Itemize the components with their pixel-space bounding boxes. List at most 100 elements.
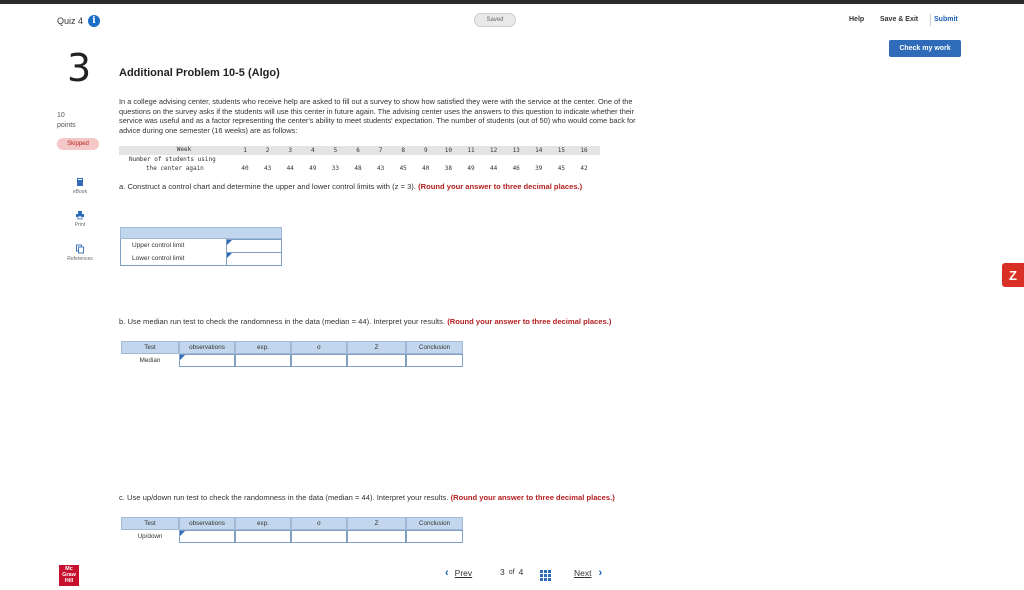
student-count: 43 xyxy=(263,165,272,172)
student-count: 42 xyxy=(580,165,588,172)
student-count: 44 xyxy=(286,165,294,172)
save-exit-link[interactable]: Save & Exit xyxy=(880,16,918,23)
ebook-tool[interactable]: eBook xyxy=(56,177,104,195)
part_b-header-test: Test xyxy=(121,341,179,354)
chevron-right-icon: › xyxy=(598,567,603,579)
student-count: 45 xyxy=(557,165,565,172)
student-count: 43 xyxy=(376,165,385,172)
browser-extension-icon[interactable]: Z xyxy=(1002,263,1024,287)
week-number: 6 xyxy=(356,147,360,154)
student-count: 44 xyxy=(489,165,498,172)
prev-label: Prev xyxy=(454,568,473,578)
page-current: 3 xyxy=(500,567,505,577)
part_c-row-label: Up/down xyxy=(121,530,179,543)
student-count: 39 xyxy=(535,165,543,172)
part_b-observations-input[interactable] xyxy=(179,354,235,367)
part-b-instruction: (Round your answer to three decimal plac… xyxy=(447,317,612,326)
part_b-header-z: Z xyxy=(347,341,406,354)
upper-limit-input[interactable] xyxy=(226,239,282,253)
mcgraw-hill-logo: Mc Graw Hill xyxy=(59,565,79,586)
part_b-header-sigma: σ xyxy=(291,341,347,354)
print-icon xyxy=(76,211,84,220)
part_c-z-input[interactable] xyxy=(347,530,406,543)
lower-limit-label: Lower control limit xyxy=(132,255,185,262)
part_b-sigma-input[interactable] xyxy=(291,354,347,367)
problem-description: In a college advising center, students w… xyxy=(119,97,636,135)
part_b-row-label: Median xyxy=(121,354,179,367)
part-a-answer-table: Upper control limit Lower control limit xyxy=(120,227,282,266)
part_c-sigma-input[interactable] xyxy=(291,530,347,543)
student-count: 40 xyxy=(422,165,430,172)
next-label: Next xyxy=(574,568,592,578)
part_c-header-sigma: σ xyxy=(291,517,347,530)
part_c-header-z: Z xyxy=(347,517,406,530)
part-a-question: a. Construct a control chart and determi… xyxy=(119,182,649,192)
student-count: 38 xyxy=(444,165,452,172)
student-count: 49 xyxy=(309,165,317,172)
points-info: 10 points xyxy=(57,111,97,131)
references-tool[interactable]: References xyxy=(56,244,104,262)
ebook-label: eBook xyxy=(72,189,88,195)
week-number: 1 xyxy=(243,147,247,154)
page-total: 4 xyxy=(518,567,524,577)
part_c-header-expected: exp. xyxy=(235,517,291,530)
part-c-question: c. Use up/down run test to check the ran… xyxy=(119,493,649,503)
week-number: 15 xyxy=(557,147,565,154)
page-indicator: 3 of 4 xyxy=(500,567,523,577)
prev-button[interactable]: ‹ Prev xyxy=(445,567,472,579)
part_c-expected-input[interactable] xyxy=(235,530,291,543)
week-number: 13 xyxy=(512,147,520,154)
lower-limit-input[interactable] xyxy=(226,252,282,266)
ebook-icon xyxy=(77,178,83,186)
part_c-conclusion-input[interactable] xyxy=(406,530,463,543)
part-c-answer-table: Test Up/down observations exp. σ Z Conclusion xyxy=(121,517,463,544)
part_c-observations-input[interactable] xyxy=(179,530,235,543)
help-link[interactable]: Help xyxy=(849,16,864,23)
part_b-conclusion-input[interactable] xyxy=(406,354,463,367)
student-count: 45 xyxy=(399,165,407,172)
week-number: 10 xyxy=(444,147,452,154)
print-label: Print xyxy=(74,222,86,228)
weekly-data-table: Week 1 2 3 4 5 6 7 8 9 10 11 12 13 14 15 16 Number of s… xyxy=(119,146,600,175)
part_b-expected-input[interactable] xyxy=(235,354,291,367)
header-divider xyxy=(930,14,931,26)
part-b-question: b. Use median run test to check the rand… xyxy=(119,317,649,327)
print-tool[interactable]: Print xyxy=(56,210,104,228)
points-value: 10 xyxy=(57,112,65,119)
references-icon xyxy=(76,244,84,254)
grid-view-icon[interactable] xyxy=(540,568,551,586)
part_c-header-observations: observations xyxy=(179,517,235,530)
check-my-work-button[interactable]: Check my work xyxy=(889,40,961,57)
part_b-header-conclusion: Conclusion xyxy=(406,341,463,354)
part_b-header-expected: exp. xyxy=(235,341,291,354)
upper-limit-label: Upper control limit xyxy=(132,242,185,249)
submit-link[interactable]: Submit xyxy=(934,16,958,23)
input-flag-icon xyxy=(227,240,232,245)
part_c-header-test: Test xyxy=(121,517,179,530)
part_c-header-conclusion: Conclusion xyxy=(406,517,463,530)
references-label: References xyxy=(67,256,93,262)
chevron-left-icon: ‹ xyxy=(445,567,449,579)
week-number: 16 xyxy=(580,147,588,154)
week-number: 2 xyxy=(265,147,270,154)
quiz-title: Quiz 4 i xyxy=(57,15,101,27)
student-count: 33 xyxy=(331,165,339,172)
part-c-instruction: (Round your answer to three decimal plac… xyxy=(450,493,615,502)
student-count: 46 xyxy=(512,165,520,172)
part_b-z-input[interactable] xyxy=(347,354,406,367)
row-label-line2: the center again xyxy=(146,165,204,172)
quiz-title-label: Quiz 4 xyxy=(57,16,84,26)
part-b-text: b. Use median run test to check the rand… xyxy=(119,317,446,326)
student-count: 48 xyxy=(354,165,362,172)
saved-status-badge: Saved xyxy=(474,13,516,27)
problem-title: Additional Problem 10-5 (Algo) xyxy=(119,67,280,79)
next-button[interactable]: Next › xyxy=(574,567,602,579)
week-label: Week xyxy=(176,146,192,153)
week-number: 8 xyxy=(401,147,405,154)
part_b-header-observations: observations xyxy=(179,341,235,354)
input-flag-icon xyxy=(180,355,185,360)
page-of: of xyxy=(508,568,515,576)
question-number: 3 xyxy=(67,46,92,90)
input-flag-icon xyxy=(180,531,185,536)
info-icon[interactable]: i xyxy=(88,15,101,27)
